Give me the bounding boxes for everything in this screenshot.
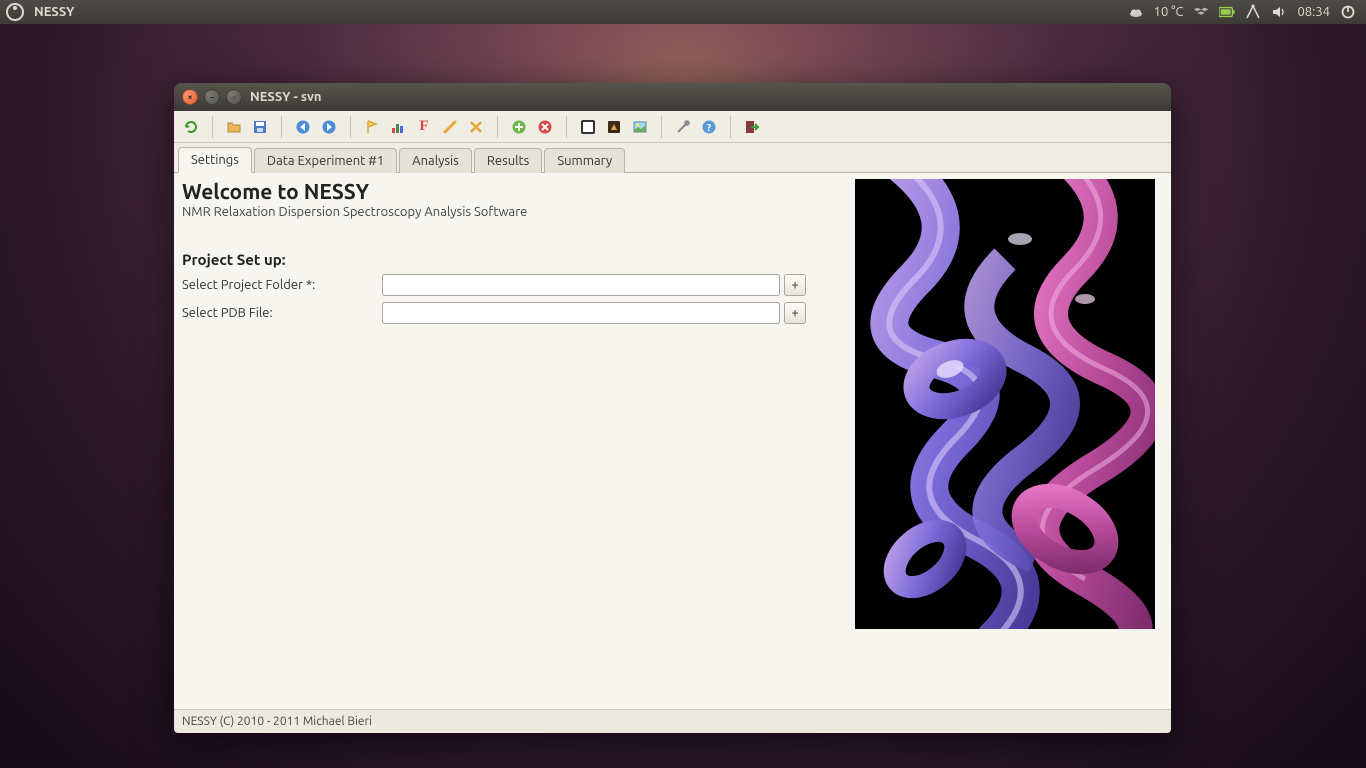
clock-label[interactable]: 08:34 bbox=[1297, 5, 1330, 19]
svg-text:?: ? bbox=[707, 122, 712, 133]
toolbar: F ? bbox=[174, 111, 1171, 143]
add-icon[interactable] bbox=[508, 116, 530, 138]
project-folder-input[interactable] bbox=[382, 274, 780, 296]
battery-icon[interactable] bbox=[1219, 4, 1235, 20]
window-titlebar[interactable]: × − ▫ NESSY - svn bbox=[174, 83, 1171, 111]
system-top-panel: NESSY 10 °C 08:34 bbox=[0, 0, 1366, 24]
tools-icon[interactable] bbox=[672, 116, 694, 138]
window-maximize-button[interactable]: ▫ bbox=[226, 89, 242, 105]
pdb-file-label: Select PDB File: bbox=[182, 306, 382, 320]
dropbox-icon[interactable] bbox=[1193, 4, 1209, 20]
tab-settings[interactable]: Settings bbox=[178, 147, 252, 173]
welcome-subtitle: NMR Relaxation Dispersion Spectroscopy A… bbox=[182, 205, 835, 219]
tab-analysis[interactable]: Analysis bbox=[399, 148, 472, 173]
pdb-file-row: Select PDB File: + bbox=[182, 302, 835, 324]
app-window: × − ▫ NESSY - svn F ? Settings bbox=[174, 83, 1171, 733]
back-icon[interactable] bbox=[292, 116, 314, 138]
picture-icon[interactable] bbox=[629, 116, 651, 138]
window-close-button[interactable]: × bbox=[182, 89, 198, 105]
project-setup-heading: Project Set up: bbox=[182, 251, 835, 268]
save-icon[interactable] bbox=[249, 116, 271, 138]
active-app-name: NESSY bbox=[34, 5, 74, 19]
status-text: NESSY (C) 2010 - 2011 Michael Bieri bbox=[182, 715, 372, 728]
weather-icon[interactable] bbox=[1128, 4, 1144, 20]
project-folder-label: Select Project Folder *: bbox=[182, 278, 382, 292]
remove-icon[interactable] bbox=[534, 116, 556, 138]
tab-results[interactable]: Results bbox=[474, 148, 542, 173]
project-folder-row: Select Project Folder *: + bbox=[182, 274, 835, 296]
dark-square-icon[interactable] bbox=[603, 116, 625, 138]
network-icon[interactable] bbox=[1245, 4, 1261, 20]
flag-yellow-icon[interactable] bbox=[361, 116, 383, 138]
pencil-icon[interactable] bbox=[439, 116, 461, 138]
temperature-label: 10 °C bbox=[1154, 5, 1184, 19]
tab-summary[interactable]: Summary bbox=[544, 148, 625, 173]
welcome-heading: Welcome to NESSY bbox=[182, 179, 835, 203]
ubuntu-logo-icon[interactable] bbox=[6, 3, 24, 21]
chart-icon[interactable] bbox=[387, 116, 409, 138]
open-icon[interactable] bbox=[223, 116, 245, 138]
window-title: NESSY - svn bbox=[250, 90, 322, 104]
volume-icon[interactable] bbox=[1271, 4, 1287, 20]
tab-data-experiment-1[interactable]: Data Experiment #1 bbox=[254, 148, 397, 173]
content-area: Welcome to NESSY NMR Relaxation Dispersi… bbox=[174, 173, 1171, 709]
exit-icon[interactable] bbox=[741, 116, 763, 138]
status-bar: NESSY (C) 2010 - 2011 Michael Bieri bbox=[174, 709, 1171, 733]
forward-icon[interactable] bbox=[318, 116, 340, 138]
project-folder-browse-button[interactable]: + bbox=[784, 274, 806, 296]
letter-f-icon[interactable]: F bbox=[413, 116, 435, 138]
power-icon[interactable] bbox=[1340, 4, 1356, 20]
cross-x-icon[interactable] bbox=[465, 116, 487, 138]
pdb-file-browse-button[interactable]: + bbox=[784, 302, 806, 324]
protein-ribbon-image bbox=[855, 179, 1155, 629]
refresh-icon[interactable] bbox=[180, 116, 202, 138]
window-minimize-button[interactable]: − bbox=[204, 89, 220, 105]
tab-bar: Settings Data Experiment #1 Analysis Res… bbox=[174, 143, 1171, 173]
stop-square-icon[interactable] bbox=[577, 116, 599, 138]
help-icon[interactable]: ? bbox=[698, 116, 720, 138]
pdb-file-input[interactable] bbox=[382, 302, 780, 324]
